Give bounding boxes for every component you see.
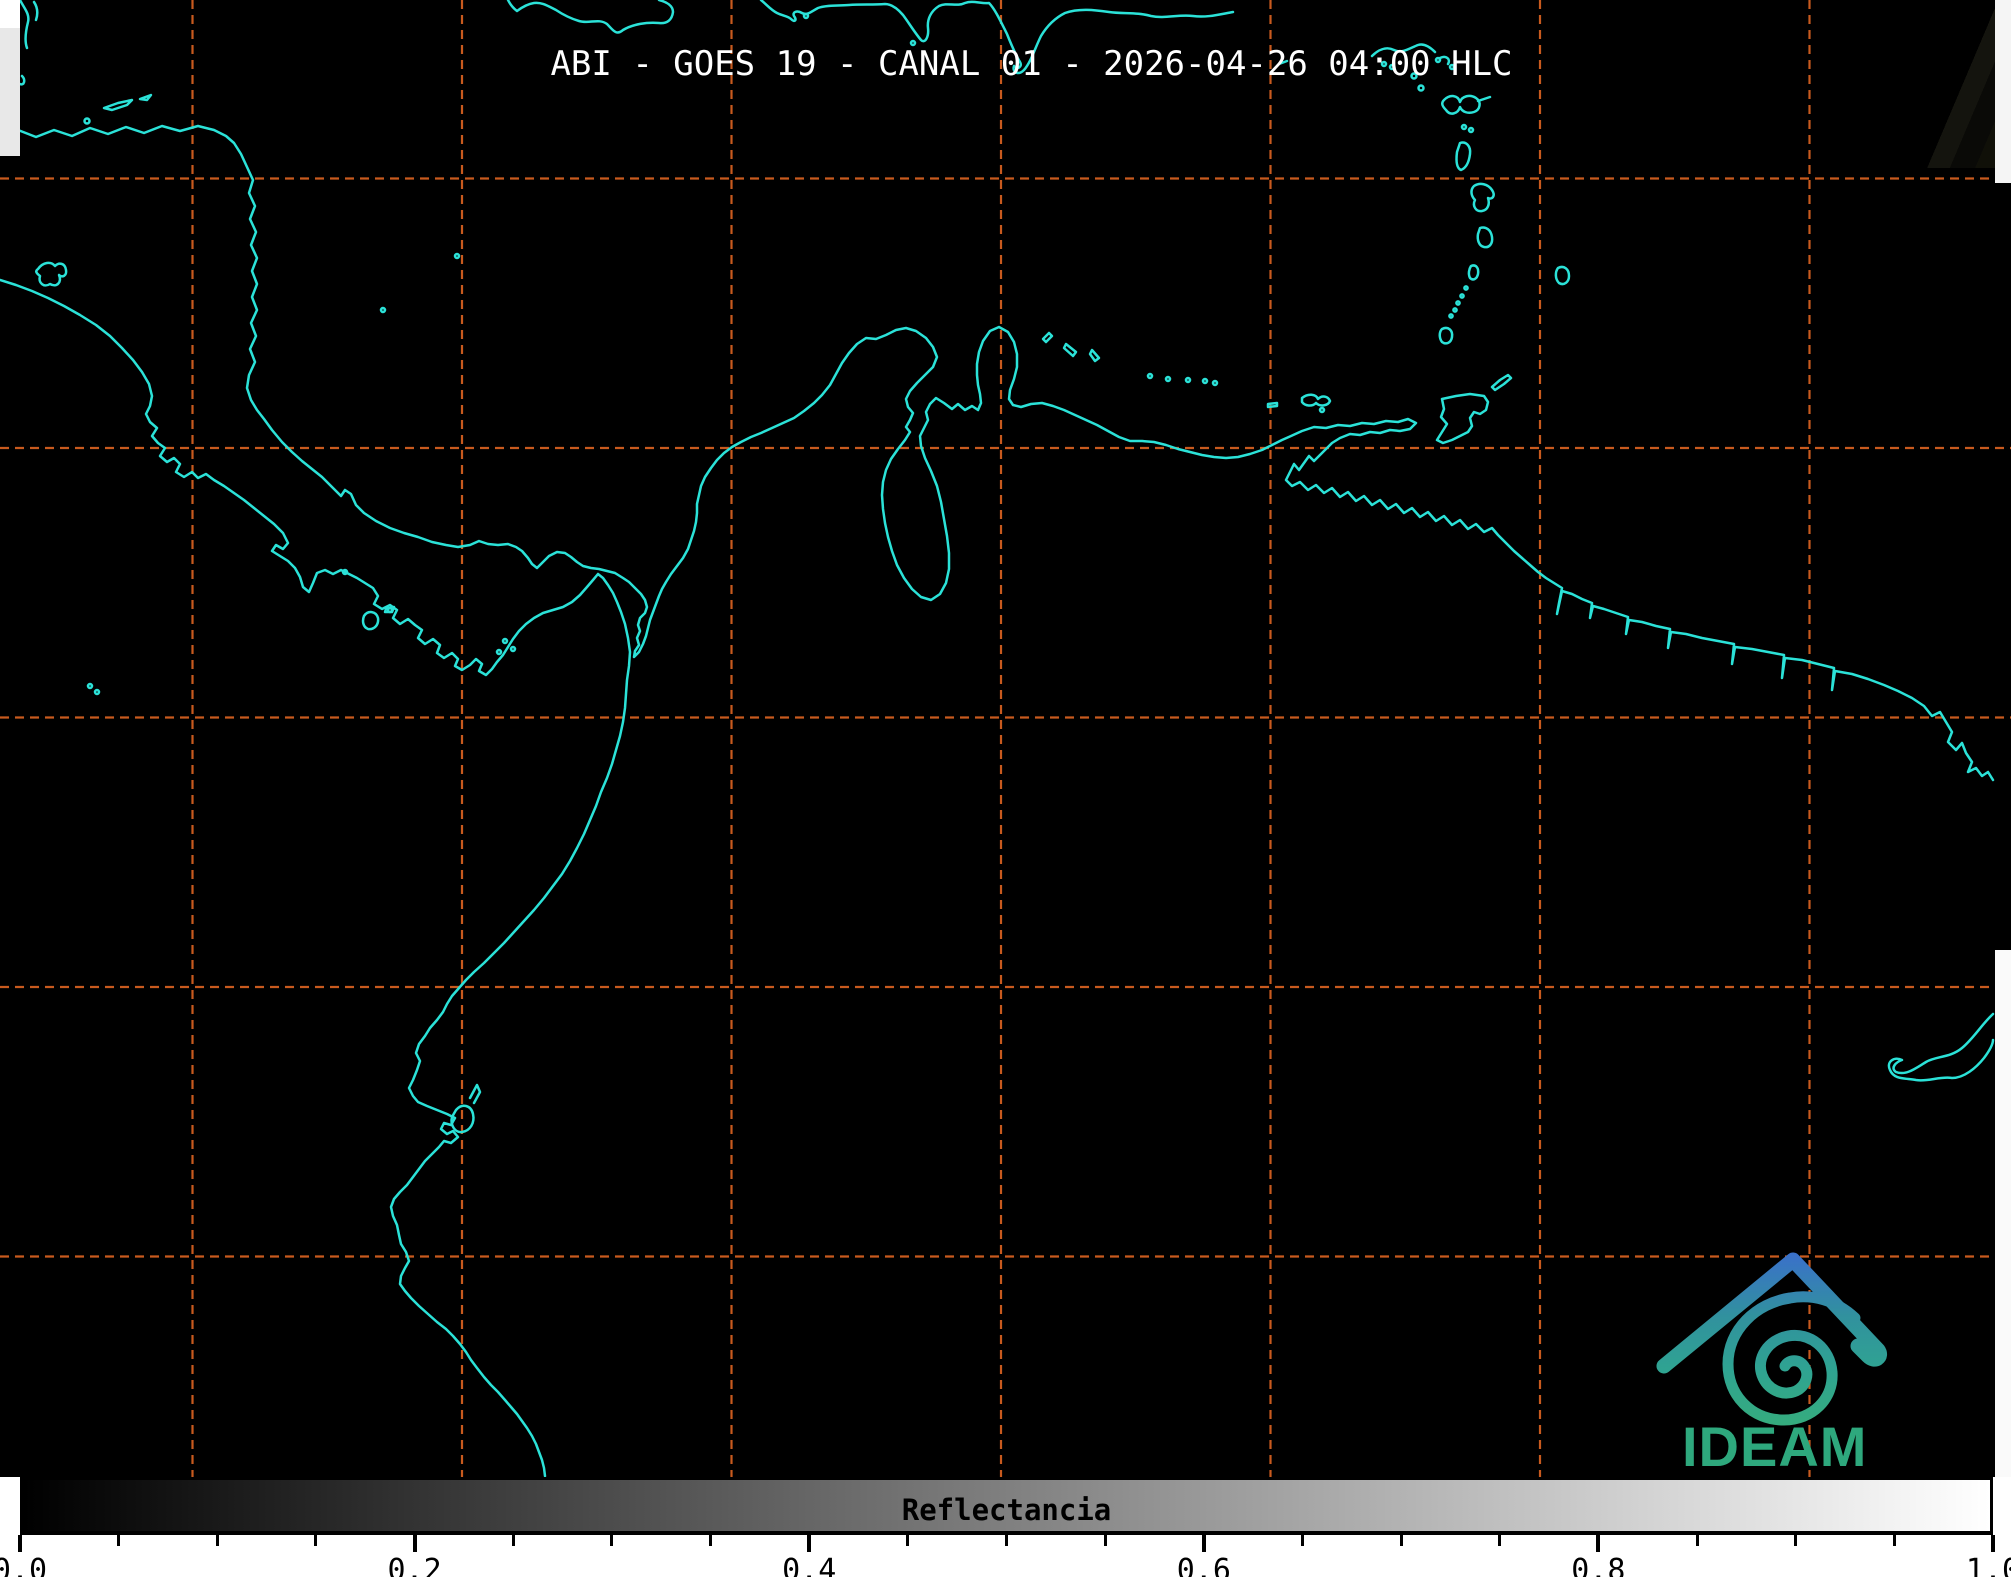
coastline-coiba [361, 605, 396, 631]
coastline-jamaica [506, 0, 675, 34]
colorbar-tick-label: 0.6 [1176, 1553, 1231, 1577]
satellite-map-svg [0, 0, 2011, 1477]
colorbar-minor-tick [1498, 1535, 1502, 1546]
coastline-lake-nicaragua [35, 261, 68, 287]
coastline-tobago [1490, 373, 1513, 392]
coastline-dominica [1455, 141, 1472, 172]
colorbar-minor-tick [1794, 1535, 1798, 1546]
coastline-guadeloupe [1441, 94, 1492, 115]
coastline-grenada [1438, 326, 1454, 345]
coastline-stvincent [1467, 264, 1480, 281]
colorbar-major-tick [412, 1535, 417, 1552]
reflectance-colorbar: Reflectancia [20, 1477, 1993, 1535]
coastline-stlucia [1476, 226, 1494, 249]
colorbar-tick-label: 0.2 [387, 1553, 442, 1577]
coastline-puna-island [450, 1083, 482, 1134]
coastline-caribbean [0, 124, 1995, 782]
colorbar-major-tick [807, 1535, 812, 1552]
coastline-martinique [1470, 182, 1495, 213]
colorbar-label: Reflectancia [901, 1493, 1112, 1527]
coastline-barbados [1554, 265, 1571, 286]
scan-noise-artifact-right [1925, 0, 1995, 168]
colorbar-minor-tick [906, 1535, 910, 1546]
coastline-trinidad [1435, 392, 1490, 445]
colorbar-minor-tick [1399, 1535, 1403, 1546]
colorbar-minor-tick [1005, 1535, 1008, 1546]
coastline-abc-islands [1041, 331, 1101, 363]
colorbar-tick-label: 1.0 [1965, 1553, 2011, 1577]
coastline-margarita [1266, 393, 1332, 409]
colorbar-section: Reflectancia 0.0 0.2 0.4 0.6 0.8 1.0 [0, 1477, 2011, 1577]
coastline-pacific [0, 278, 632, 1477]
satellite-map-area: ABI - GOES 19 - CANAL 01 - 2026-04-26 04… [0, 0, 2011, 1478]
coastline-right-edge-river [1887, 1012, 1995, 1082]
colorbar-major-tick [1201, 1535, 1206, 1552]
colorbar-minor-tick [1695, 1535, 1699, 1546]
scan-edge-artifact-left [0, 0, 20, 156]
colorbar-minor-tick [1103, 1535, 1107, 1546]
small-island-dots [83, 12, 1475, 696]
colorbar-tick-label: 0.4 [782, 1553, 837, 1577]
colorbar-minor-tick [117, 1535, 121, 1546]
image-title: ABI - GOES 19 - CANAL 01 - 2026-04-26 04… [550, 44, 1513, 84]
coastline-layer [0, 0, 1995, 1477]
colorbar-minor-tick [215, 1535, 219, 1546]
colorbar-minor-tick [709, 1535, 713, 1546]
colorbar-tick-label: 0.8 [1571, 1553, 1626, 1577]
colorbar-major-tick [1596, 1535, 1601, 1552]
scan-edge-artifact-right-bottom [1995, 950, 2011, 1477]
colorbar-tick-label: 0.0 [0, 1553, 48, 1577]
ideam-logo-graphic [1656, 1252, 1887, 1426]
graticule-gridlines [0, 0, 2011, 1477]
colorbar-major-tick [1991, 1535, 1995, 1552]
colorbar-major-tick [18, 1535, 22, 1552]
scan-edge-artifact-right-top [1995, 0, 2011, 183]
colorbar-minor-tick [511, 1535, 515, 1546]
satellite-image-viewer: ABI - GOES 19 - CANAL 01 - 2026-04-26 04… [0, 0, 2011, 1577]
colorbar-minor-tick [1300, 1535, 1304, 1546]
colorbar-minor-tick [314, 1535, 318, 1546]
coastline-bay-islands [102, 93, 153, 112]
colorbar-minor-tick [1892, 1535, 1896, 1546]
ideam-logo-text: IDEAM [1682, 1415, 1868, 1478]
colorbar-minor-tick [610, 1535, 614, 1546]
